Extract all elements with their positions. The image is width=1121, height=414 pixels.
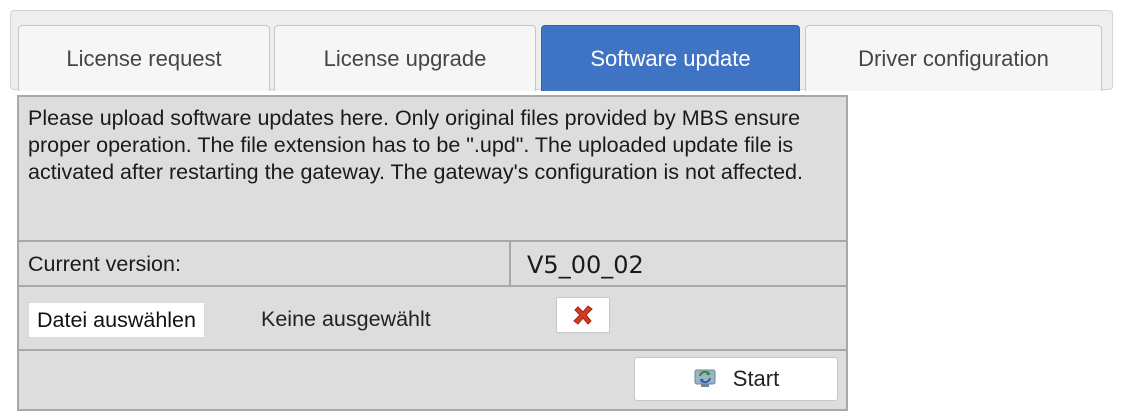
tab-software-update[interactable]: Software update [541,25,800,91]
choose-file-button[interactable]: Datei auswählen [28,302,205,338]
current-version-row: Current version: V5_00_02 [19,242,846,287]
update-description: Please upload software updates here. Onl… [19,97,846,242]
clear-file-button[interactable] [556,297,610,333]
tab-license-request[interactable]: License request [18,25,270,91]
column-divider [509,242,511,285]
tab-driver-configuration[interactable]: Driver configuration [805,25,1102,91]
file-select-row: Datei auswählen Keine ausgewählt [19,287,846,351]
current-version-value: V5_00_02 [527,251,644,279]
software-update-panel: Please upload software updates here. Onl… [17,95,848,411]
tab-license-upgrade[interactable]: License upgrade [274,25,536,91]
refresh-icon [693,367,719,391]
actions-row: Start [19,351,846,409]
file-status-text: Keine ausgewählt [261,307,431,331]
tab-strip: License request License upgrade Software… [10,10,1113,91]
red-x-icon [573,305,593,325]
start-label: Start [732,366,780,391]
current-version-label: Current version: [28,252,181,276]
start-button[interactable]: Start [634,357,838,401]
